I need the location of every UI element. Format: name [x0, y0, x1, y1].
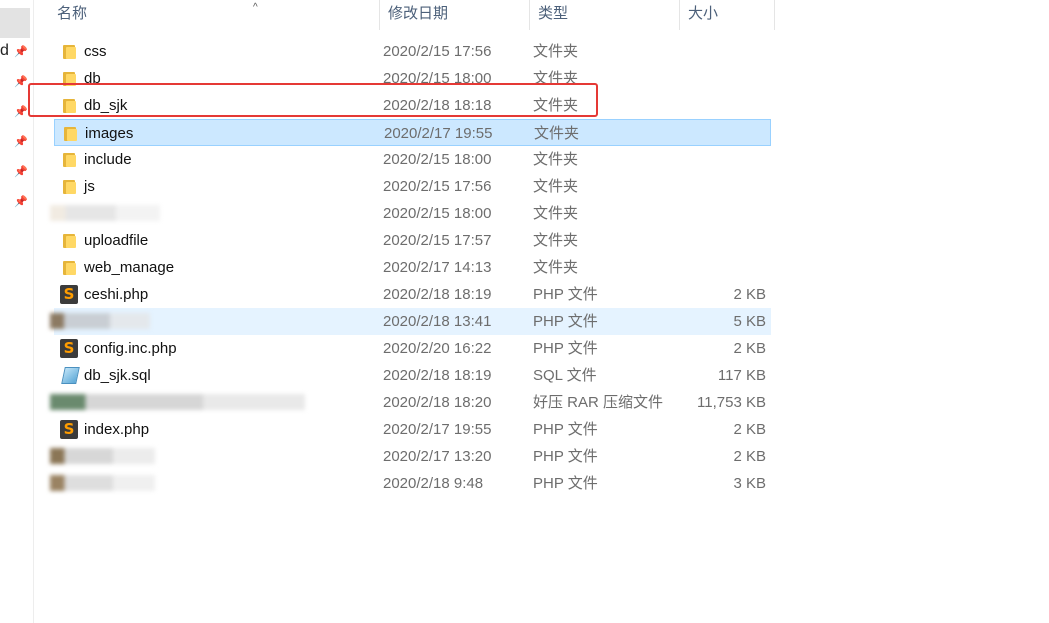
sort-ascending-icon: ^ [253, 2, 258, 13]
file-name: images [85, 125, 134, 142]
file-row[interactable]: web_manage 2020/2/17 14:13 文件夹 [54, 254, 771, 281]
file-row[interactable]: 2020/2/18 13:41 PHP 文件 5 KB [50, 308, 771, 335]
nav-item-label[interactable]: d [0, 42, 9, 60]
file-name: js [84, 178, 95, 195]
file-type: 好压 RAR 压缩文件 [533, 394, 664, 411]
file-modified-date: 2020/2/15 18:00 [383, 205, 492, 222]
column-header-type-label: 类型 [538, 5, 569, 22]
file-modified-date: 2020/2/18 18:20 [383, 394, 492, 411]
column-header-date[interactable]: 修改日期 [380, 0, 530, 30]
nav-selected-item[interactable] [0, 8, 30, 38]
file-type: 文件夹 [533, 43, 579, 60]
file-modified-date: 2020/2/20 16:22 [383, 340, 492, 357]
column-header-bar: 名称 ^ 修改日期 类型 大小 [35, 0, 775, 30]
file-name: include [84, 151, 132, 168]
pin-icon: 📌 [14, 76, 28, 88]
file-row[interactable]: 2020/2/18 9:48 PHP 文件 3 KB [50, 470, 771, 497]
pin-icon: 📌 [14, 106, 28, 118]
redacted-file-name [50, 448, 155, 464]
file-type: PHP 文件 [533, 421, 598, 438]
file-modified-date: 2020/2/17 14:13 [383, 259, 492, 276]
folder-icon [61, 125, 79, 142]
pin-icon: 📌 [14, 196, 28, 208]
folder-icon [60, 151, 78, 168]
redacted-file-name [50, 394, 305, 410]
file-size: 2 KB [733, 286, 766, 303]
php-file-icon: S [60, 420, 78, 439]
file-row[interactable]: Sindex.php 2020/2/17 19:55 PHP 文件 2 KB [54, 416, 771, 443]
file-name: config.inc.php [84, 340, 177, 357]
file-type: PHP 文件 [533, 475, 598, 492]
file-type: PHP 文件 [533, 448, 598, 465]
pin-icon: 📌 [14, 166, 28, 178]
file-row[interactable]: db_sjk.sql 2020/2/18 18:19 SQL 文件 117 KB [54, 362, 771, 389]
folder-icon [60, 178, 78, 195]
file-size: 2 KB [733, 448, 766, 465]
file-row[interactable]: images 2020/2/17 19:55 文件夹 [54, 119, 771, 146]
file-type: PHP 文件 [533, 340, 598, 357]
pin-icon: 📌 [14, 136, 28, 148]
column-header-type[interactable]: 类型 [530, 0, 680, 30]
folder-icon [60, 232, 78, 249]
redacted-file-name [50, 475, 155, 491]
file-row[interactable]: js 2020/2/15 17:56 文件夹 [54, 173, 771, 200]
file-row[interactable]: css 2020/2/15 17:56 文件夹 [54, 38, 771, 65]
column-header-size-label: 大小 [688, 5, 719, 22]
file-type: 文件夹 [533, 178, 579, 195]
file-row[interactable]: Sconfig.inc.php 2020/2/20 16:22 PHP 文件 2 KB [54, 335, 771, 362]
file-modified-date: 2020/2/15 18:00 [383, 151, 492, 168]
file-name: index.php [84, 421, 150, 438]
file-size: 11,753 KB [697, 394, 766, 411]
file-type: 文件夹 [533, 232, 579, 249]
file-modified-date: 2020/2/18 9:48 [383, 475, 484, 492]
file-modified-date: 2020/2/18 18:19 [383, 367, 492, 384]
file-type: 文件夹 [533, 151, 579, 168]
annotation-highlight-box [28, 83, 598, 117]
column-header-size[interactable]: 大小 [680, 0, 775, 30]
file-type: PHP 文件 [533, 286, 598, 303]
file-type: SQL 文件 [533, 367, 597, 384]
file-name: ceshi.php [84, 286, 149, 303]
column-header-date-label: 修改日期 [388, 5, 449, 22]
file-size: 5 KB [733, 313, 766, 330]
file-modified-date: 2020/2/17 13:20 [383, 448, 492, 465]
pin-icon: 📌 [14, 46, 28, 58]
file-name: css [84, 43, 107, 60]
column-header-name[interactable]: 名称 ^ [49, 0, 380, 30]
file-modified-date: 2020/2/15 17:56 [383, 178, 492, 195]
file-row[interactable]: 2020/2/15 18:00 文件夹 [50, 200, 771, 227]
file-modified-date: 2020/2/17 19:55 [383, 421, 492, 438]
file-type: 文件夹 [534, 125, 580, 142]
folder-icon [60, 259, 78, 276]
file-name: db_sjk.sql [84, 367, 151, 384]
redacted-file-name [50, 313, 150, 329]
file-name: uploadfile [84, 232, 149, 249]
file-modified-date: 2020/2/15 17:56 [383, 43, 492, 60]
file-size: 2 KB [733, 421, 766, 438]
file-type: 文件夹 [533, 205, 579, 222]
file-row[interactable]: include 2020/2/15 18:00 文件夹 [54, 146, 771, 173]
file-row[interactable]: Sceshi.php 2020/2/18 18:19 PHP 文件 2 KB [54, 281, 771, 308]
redacted-file-name [50, 205, 160, 221]
file-name: web_manage [84, 259, 175, 276]
file-size: 3 KB [733, 475, 766, 492]
file-modified-date: 2020/2/18 13:41 [383, 313, 492, 330]
column-header-name-label: 名称 [57, 5, 88, 22]
php-file-icon: S [60, 285, 78, 304]
php-file-icon: S [60, 339, 78, 358]
file-type: 文件夹 [533, 259, 579, 276]
file-type: PHP 文件 [533, 313, 598, 330]
file-row[interactable]: 2020/2/17 13:20 PHP 文件 2 KB [50, 443, 771, 470]
file-row[interactable]: uploadfile 2020/2/15 17:57 文件夹 [54, 227, 771, 254]
file-modified-date: 2020/2/18 18:19 [383, 286, 492, 303]
file-row[interactable]: 2020/2/18 18:20 好压 RAR 压缩文件 11,753 KB [50, 389, 771, 416]
sql-file-icon [59, 366, 80, 384]
file-size: 117 KB [717, 367, 766, 384]
file-modified-date: 2020/2/15 17:57 [383, 232, 492, 249]
file-size: 2 KB [733, 340, 766, 357]
file-modified-date: 2020/2/17 19:55 [384, 125, 493, 142]
folder-icon [60, 43, 78, 60]
